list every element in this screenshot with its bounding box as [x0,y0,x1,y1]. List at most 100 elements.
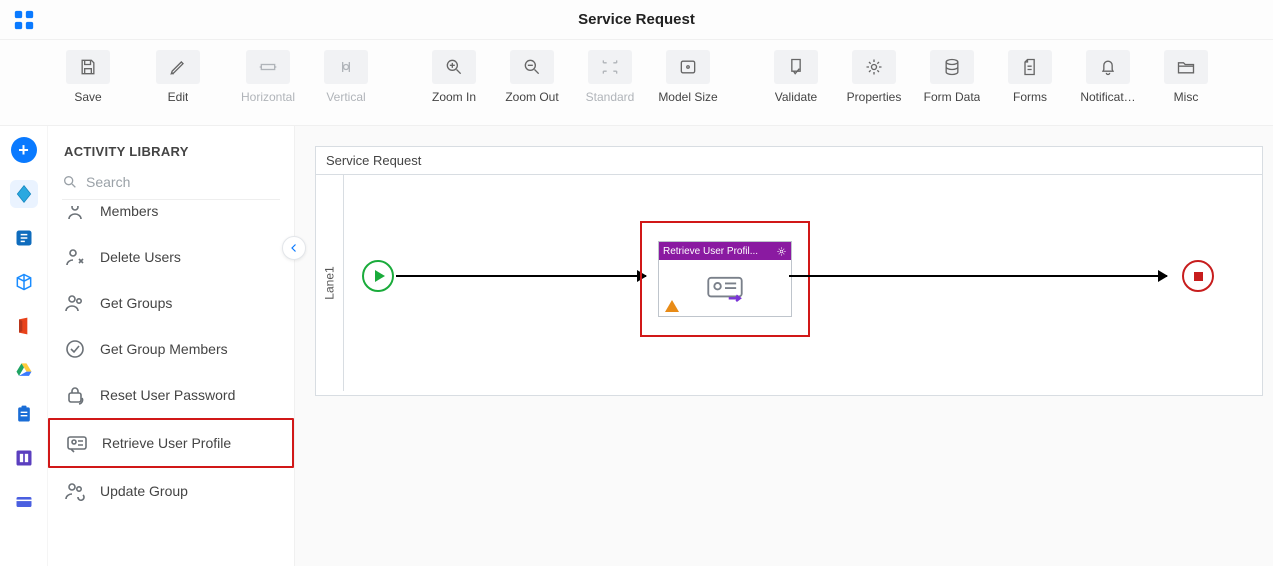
add-button[interactable]: + [10,136,38,164]
forms-icon [1020,57,1040,77]
diagram-title: Service Request [316,147,1262,175]
activity-item-get-group-members[interactable]: Get Group Members [48,326,294,372]
play-icon [375,270,385,282]
start-node[interactable] [362,260,394,292]
activity-node-header: Retrieve User Profil... [659,242,791,260]
activity-node-title: Retrieve User Profil... [663,246,758,257]
model-size-icon [678,57,698,77]
flow-arrow [789,275,1167,277]
toolbar: Save Edit Horizontal Vertical Zoom In Zo… [0,40,1273,126]
search-field[interactable] [62,171,280,200]
clipboard-icon [14,404,34,424]
diamond-icon [14,184,34,204]
diagram: Service Request Lane1 Retrieve User Prof… [315,146,1263,396]
activity-label: Update Group [100,483,188,499]
activity-item-retrieve-user-profile[interactable]: Retrieve User Profile [48,418,294,468]
folder-icon [1176,57,1196,77]
warning-icon [665,300,679,312]
forms-button[interactable]: Forms [992,50,1068,104]
vertical-button[interactable]: Vertical [308,50,384,104]
activity-item-update-group[interactable]: Update Group [48,468,294,514]
database-icon [942,57,962,77]
rail-item-exchange[interactable] [10,224,38,252]
stop-icon [1194,272,1203,281]
user-x-icon [63,245,87,269]
check-circle-icon [63,337,87,361]
office-icon [14,316,34,336]
main-area: + ACTIVITY LIBRARY [0,126,1273,566]
lock-reset-icon [63,383,87,407]
collapse-panel-button[interactable] [282,236,306,260]
rail-item-office[interactable] [10,312,38,340]
users-icon [63,291,87,315]
zoom-out-icon [522,57,542,77]
profile-card-icon [706,276,744,302]
zoom-in-icon [444,57,464,77]
panel-title: ACTIVITY LIBRARY [48,126,294,169]
activity-label: Get Group Members [100,341,228,357]
standard-button[interactable]: Standard [572,50,648,104]
validate-button[interactable]: Validate [758,50,834,104]
cube-icon [14,272,34,292]
canvas[interactable]: Service Request Lane1 Retrieve User Prof… [295,126,1273,566]
activity-label: Get Groups [100,295,172,311]
notifications-button[interactable]: Notificat… [1070,50,1146,104]
flow-arrow [396,275,646,277]
rail-item-drive[interactable] [10,356,38,384]
left-rail: + [0,126,48,566]
activity-item-reset-user-password[interactable]: Reset User Password [48,372,294,418]
search-icon [62,173,78,191]
lane-header[interactable]: Lane1 [316,175,344,391]
activity-label: Reset User Password [100,387,235,404]
page-title: Service Request [48,11,1225,28]
edit-button[interactable]: Edit [128,50,228,104]
activity-list: Members Delete Users Get Groups Get Grou… [48,206,294,566]
rail-item-clipboard[interactable] [10,400,38,428]
activity-label: Members [100,206,158,219]
rail-item-grid[interactable] [10,444,38,472]
edit-icon [168,57,188,77]
apps-icon [13,9,35,31]
save-icon [78,57,98,77]
validate-icon [786,57,806,77]
rail-item-cube[interactable] [10,268,38,296]
activity-label: Delete Users [100,249,181,265]
properties-button[interactable]: Properties [836,50,912,104]
drive-icon [14,360,34,380]
activity-item-members[interactable]: Members [48,206,294,234]
gear-icon[interactable] [776,246,787,257]
activity-library-panel: ACTIVITY LIBRARY Members Delete Users Ge… [48,126,295,566]
horizontal-button[interactable]: Horizontal [230,50,306,104]
zoom-out-button[interactable]: Zoom Out [494,50,570,104]
end-node[interactable] [1182,260,1214,292]
horizontal-icon [258,57,278,77]
lane-body[interactable]: Retrieve User Profil... [344,175,1262,391]
model-size-button[interactable]: Model Size [650,50,726,104]
activity-node[interactable]: Retrieve User Profil... [658,241,792,317]
user-icon [63,206,87,223]
plus-icon: + [11,137,37,163]
activity-item-get-groups[interactable]: Get Groups [48,280,294,326]
exchange-icon [14,228,34,248]
apps-menu-button[interactable] [0,9,48,31]
rail-item-1[interactable] [10,180,38,208]
activity-node-selection: Retrieve User Profil... [640,221,810,337]
grid-icon [14,448,34,468]
chevron-left-icon [288,242,300,254]
users-refresh-icon [63,479,87,503]
bell-icon [1098,57,1118,77]
standard-icon [600,57,620,77]
gear-icon [864,57,884,77]
activity-label: Retrieve User Profile [102,435,231,451]
vertical-icon [336,57,356,77]
zoom-in-button[interactable]: Zoom In [416,50,492,104]
activity-item-delete-users[interactable]: Delete Users [48,234,294,280]
misc-button[interactable]: Misc [1148,50,1224,104]
card-icon [14,492,34,512]
header-bar: Service Request [0,0,1273,40]
save-button[interactable]: Save [50,50,126,104]
rail-item-card[interactable] [10,488,38,516]
search-input[interactable] [86,174,280,190]
profile-card-icon [65,431,89,455]
form-data-button[interactable]: Form Data [914,50,990,104]
